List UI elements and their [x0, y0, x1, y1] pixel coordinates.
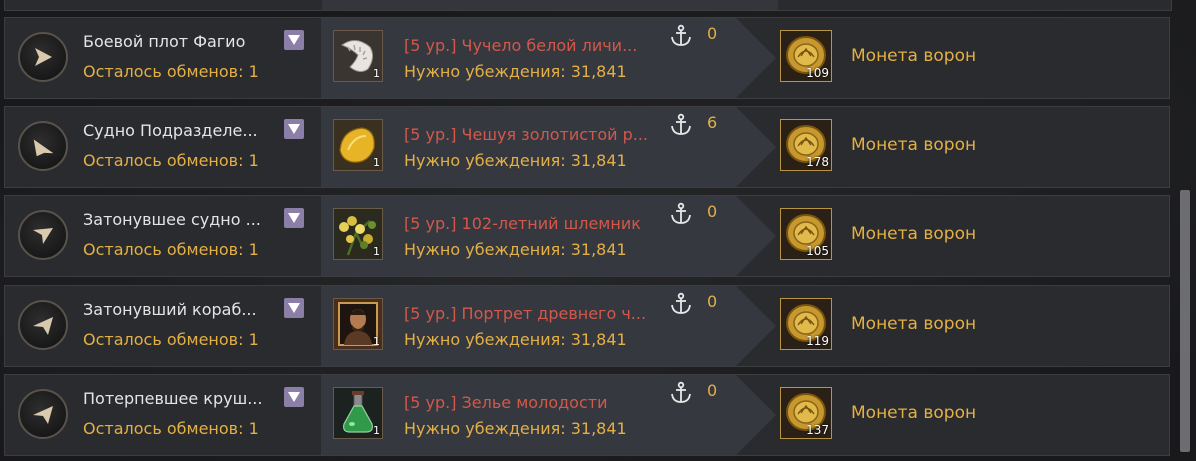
item-slot[interactable]: 1	[333, 298, 383, 350]
anchor-count: 0	[707, 202, 718, 221]
reward-quantity: 137	[806, 423, 829, 437]
trade-row: Затонувший кораб... Осталось обменов: 1 …	[4, 285, 1170, 367]
reward-name: Монета ворон	[851, 314, 977, 334]
item-name: [5 ур.] Портрет древнего ч...	[404, 304, 647, 323]
item-slot[interactable]: 1	[333, 30, 383, 82]
navigate-button[interactable]	[18, 121, 68, 171]
exchanges-remaining: Осталось обменов: 1	[83, 151, 259, 170]
item-name: [5 ур.] 102-летний шлемник	[404, 214, 641, 233]
persuasion-required: Нужно убеждения: 31,841	[404, 419, 627, 438]
reward-name: Монета ворон	[851, 224, 977, 244]
reward-slot[interactable]: 137	[780, 387, 832, 439]
trade-row: Затонувшее судно ... Осталось обменов: 1…	[4, 195, 1170, 277]
reward-slot[interactable]: 119	[780, 298, 832, 350]
expand-dropdown[interactable]	[284, 119, 304, 139]
anchor-count: 0	[707, 292, 718, 311]
trade-row: Судно Подразделе... Осталось обменов: 1 …	[4, 106, 1170, 188]
reward-slot[interactable]: 178	[780, 119, 832, 171]
direction-arrow-icon	[33, 139, 54, 157]
expand-dropdown[interactable]	[284, 208, 304, 228]
persuasion-required: Нужно убеждения: 31,841	[404, 330, 627, 349]
navigate-button[interactable]	[18, 32, 68, 82]
reward-slot[interactable]: 109	[780, 30, 832, 82]
exchanges-remaining: Осталось обменов: 1	[83, 240, 259, 259]
anchor-icon	[671, 292, 691, 314]
trade-row: Боевой плот Фагио Осталось обменов: 1 1 …	[4, 17, 1170, 99]
reward-name: Монета ворон	[851, 403, 977, 423]
item-quantity: 1	[373, 335, 380, 348]
trade-row: Потерпевшее круш... Осталось обменов: 1 …	[4, 374, 1170, 456]
navigate-button[interactable]	[18, 210, 68, 260]
anchor-count: 0	[707, 24, 718, 43]
persuasion-required: Нужно убеждения: 31,841	[404, 62, 627, 81]
chevron-down-icon	[288, 35, 300, 45]
reward-quantity: 105	[806, 244, 829, 258]
ship-name: Судно Подразделе...	[83, 121, 258, 140]
exchanges-remaining: Осталось обменов: 1	[83, 419, 259, 438]
direction-arrow-icon	[35, 48, 52, 66]
item-name: [5 ур.] Чешуя золотистой р...	[404, 125, 649, 144]
anchor-count: 6	[707, 113, 718, 132]
exchanges-remaining: Осталось обменов: 1	[83, 62, 259, 81]
item-slot[interactable]: 1	[333, 387, 383, 439]
anchor-icon	[671, 381, 691, 403]
direction-arrow-icon	[33, 406, 53, 424]
expand-dropdown[interactable]	[284, 30, 304, 50]
expand-dropdown[interactable]	[284, 298, 304, 318]
exchanges-remaining: Осталось обменов: 1	[83, 330, 259, 349]
item-quantity: 1	[373, 67, 380, 80]
item-quantity: 1	[373, 424, 380, 437]
previous-row-partial	[4, 0, 1172, 11]
direction-arrow-icon	[33, 317, 53, 335]
persuasion-required: Нужно убеждения: 31,841	[404, 240, 627, 259]
navigate-button[interactable]	[18, 300, 68, 350]
ship-name: Затонувший кораб...	[83, 300, 257, 319]
navigate-button[interactable]	[18, 389, 68, 439]
anchor-icon	[671, 24, 691, 46]
item-quantity: 1	[373, 245, 380, 258]
chevron-down-icon	[288, 213, 300, 223]
reward-quantity: 109	[806, 66, 829, 80]
anchor-icon	[671, 113, 691, 135]
reward-name: Монета ворон	[851, 135, 977, 155]
direction-arrow-icon	[33, 228, 53, 244]
item-name: [5 ур.] Чучело белой личи...	[404, 36, 638, 55]
item-slot[interactable]: 1	[333, 208, 383, 260]
chevron-down-icon	[288, 303, 300, 313]
reward-quantity: 178	[806, 155, 829, 169]
ship-name: Потерпевшее круш...	[83, 389, 263, 408]
persuasion-required: Нужно убеждения: 31,841	[404, 151, 627, 170]
item-quantity: 1	[373, 156, 380, 169]
ship-name: Затонувшее судно ...	[83, 210, 261, 229]
ship-name: Боевой плот Фагио	[83, 32, 246, 51]
expand-dropdown[interactable]	[284, 387, 304, 407]
reward-quantity: 119	[806, 334, 829, 348]
anchor-icon	[671, 202, 691, 224]
reward-name: Монета ворон	[851, 46, 977, 66]
chevron-down-icon	[288, 392, 300, 402]
reward-slot[interactable]: 105	[780, 208, 832, 260]
item-slot[interactable]: 1	[333, 119, 383, 171]
chevron-down-icon	[288, 124, 300, 134]
anchor-count: 0	[707, 381, 718, 400]
scrollbar-thumb[interactable]	[1180, 190, 1190, 452]
item-name: [5 ур.] Зелье молодости	[404, 393, 608, 412]
